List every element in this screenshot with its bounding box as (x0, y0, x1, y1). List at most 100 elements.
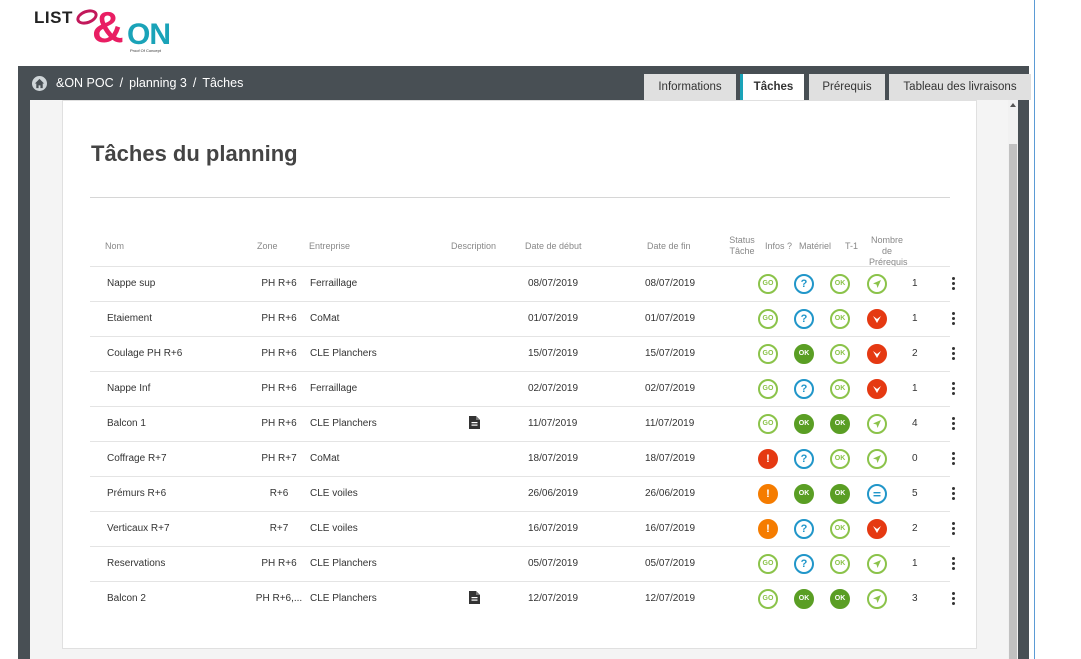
infos-question-icon[interactable]: ? (794, 274, 814, 294)
header-date-debut[interactable]: Date de début (525, 241, 582, 252)
header-materiel[interactable]: Matériel (799, 241, 831, 252)
row-more-menu-icon[interactable] (952, 487, 956, 502)
row-more-menu-icon[interactable] (952, 522, 956, 537)
status-go-badge[interactable]: GO (758, 274, 778, 294)
infos-question-icon[interactable]: ? (794, 379, 814, 399)
status-warning-icon[interactable]: ! (758, 484, 778, 504)
tab-informations[interactable]: Informations (644, 74, 736, 100)
task-date-debut: 05/07/2019 (528, 558, 579, 569)
header-t1[interactable]: T-1 (845, 241, 858, 252)
breadcrumb-item-planning[interactable]: planning 3 (129, 76, 187, 90)
description-document-icon[interactable] (469, 416, 480, 434)
status-go-badge[interactable]: GO (758, 414, 778, 434)
header-zone[interactable]: Zone (257, 241, 278, 252)
header-infos[interactable]: Infos ? (765, 241, 792, 252)
row-more-menu-icon[interactable] (952, 557, 956, 572)
t1-down-arrow-icon[interactable] (867, 344, 887, 364)
header-nom[interactable]: Nom (105, 241, 124, 252)
header-status-tache[interactable]: Status Tâche (729, 235, 755, 257)
task-date-fin: 16/07/2019 (645, 523, 696, 534)
task-prerequis-count: 4 (912, 418, 918, 429)
table-row[interactable]: Balcon 1 PH R+6 CLE Planchers 11/07/2019 11/… (90, 406, 955, 442)
t1-down-arrow-icon[interactable] (867, 379, 887, 399)
t1-navigation-arrow-icon[interactable] (867, 449, 887, 469)
description-document-icon[interactable] (469, 591, 480, 609)
table-row[interactable]: Reservations PH R+6 CLE Planchers 05/07/201… (90, 546, 955, 582)
task-date-debut: 12/07/2019 (528, 593, 579, 604)
row-more-menu-icon[interactable] (952, 312, 956, 327)
task-entreprise: CLE Planchers (310, 593, 377, 604)
task-date-fin: 12/07/2019 (645, 593, 696, 604)
table-row[interactable]: Coffrage R+7 PH R+7 CoMat 18/07/2019 18/07/2… (90, 441, 955, 477)
materiel-ok-badge[interactable]: OK (830, 309, 850, 329)
header-status-line2: Tâche (729, 246, 755, 256)
status-warning-icon[interactable]: ! (758, 449, 778, 469)
materiel-ok-badge[interactable]: OK (830, 344, 850, 364)
header-date-fin[interactable]: Date de fin (647, 241, 691, 252)
infos-question-icon[interactable]: ? (794, 519, 814, 539)
table-row[interactable]: Prémurs R+6 R+6 CLE voiles 26/06/2019 26/06/… (90, 476, 955, 512)
materiel-ok-badge[interactable]: OK (830, 519, 850, 539)
task-name: Prémurs R+6 (107, 488, 167, 499)
row-more-menu-icon[interactable] (952, 382, 956, 397)
row-more-menu-icon[interactable] (952, 347, 956, 362)
breadcrumb-item-project[interactable]: &ON POC (56, 76, 114, 90)
t1-down-arrow-icon[interactable] (867, 309, 887, 329)
task-zone: PH R+6,... (255, 593, 303, 604)
task-date-fin: 26/06/2019 (645, 488, 696, 499)
status-warning-icon[interactable]: ! (758, 519, 778, 539)
header-entreprise[interactable]: Entreprise (309, 241, 350, 252)
status-go-badge[interactable]: GO (758, 344, 778, 364)
table-row[interactable]: Coulage PH R+6 PH R+6 CLE Planchers 15/07/2… (90, 336, 955, 372)
infos-ok-badge[interactable]: OK (794, 414, 814, 434)
table-row[interactable]: Nappe Inf PH R+6 Ferraillage 02/07/2019 02/0… (90, 371, 955, 407)
task-prerequis-count: 1 (912, 383, 918, 394)
content-area: Tâches du planning Nom Zone Entreprise D… (30, 100, 1008, 659)
materiel-ok-badge[interactable]: OK (830, 274, 850, 294)
materiel-ok-badge[interactable]: OK (830, 554, 850, 574)
vertical-scrollbar[interactable] (1008, 100, 1018, 659)
table-row[interactable]: Verticaux R+7 R+7 CLE voiles 16/07/2019 16/0… (90, 511, 955, 547)
infos-ok-badge[interactable]: OK (794, 484, 814, 504)
infos-ok-badge[interactable]: OK (794, 344, 814, 364)
status-go-badge[interactable]: GO (758, 589, 778, 609)
status-go-badge[interactable]: GO (758, 379, 778, 399)
t1-navigation-arrow-icon[interactable] (867, 554, 887, 574)
row-more-menu-icon[interactable] (952, 277, 956, 292)
scroll-up-arrow-icon[interactable] (1010, 103, 1016, 107)
materiel-ok-badge[interactable]: OK (830, 449, 850, 469)
t1-navigation-arrow-icon[interactable] (867, 274, 887, 294)
t1-equal-icon[interactable] (867, 484, 887, 504)
task-zone: R+6 (269, 488, 289, 499)
home-icon[interactable] (32, 76, 47, 91)
table-row[interactable]: Etaiement PH R+6 CoMat 01/07/2019 01/07/2019… (90, 301, 955, 337)
materiel-ok-badge[interactable]: OK (830, 414, 850, 434)
row-more-menu-icon[interactable] (952, 417, 956, 432)
materiel-ok-badge[interactable]: OK (830, 379, 850, 399)
row-more-menu-icon[interactable] (952, 452, 956, 467)
t1-down-arrow-icon[interactable] (867, 519, 887, 539)
infos-question-icon[interactable]: ? (794, 449, 814, 469)
t1-navigation-arrow-icon[interactable] (867, 589, 887, 609)
tab-taches[interactable]: Tâches (740, 74, 804, 100)
scrollbar-thumb[interactable] (1009, 144, 1017, 659)
tab-tableau-livraisons[interactable]: Tableau des livraisons (889, 74, 1031, 100)
materiel-ok-badge[interactable]: OK (830, 589, 850, 609)
task-date-fin: 11/07/2019 (645, 418, 695, 429)
table-row[interactable]: Balcon 2 PH R+6,... CLE Planchers 12/07/201… (90, 581, 955, 617)
task-entreprise: CoMat (310, 313, 340, 324)
materiel-ok-badge[interactable]: OK (830, 484, 850, 504)
task-name: Verticaux R+7 (107, 523, 170, 534)
header-nombre-prerequis[interactable]: Nombre de Prérequis (869, 235, 908, 268)
tab-prerequis[interactable]: Prérequis (809, 74, 885, 100)
header-description[interactable]: Description (451, 241, 496, 252)
infos-question-icon[interactable]: ? (794, 309, 814, 329)
title-divider (90, 197, 950, 198)
table-row[interactable]: Nappe sup PH R+6 Ferraillage 08/07/2019 08/0… (90, 266, 955, 302)
t1-navigation-arrow-icon[interactable] (867, 414, 887, 434)
row-more-menu-icon[interactable] (952, 592, 956, 607)
infos-question-icon[interactable]: ? (794, 554, 814, 574)
status-go-badge[interactable]: GO (758, 309, 778, 329)
infos-ok-badge[interactable]: OK (794, 589, 814, 609)
status-go-badge[interactable]: GO (758, 554, 778, 574)
